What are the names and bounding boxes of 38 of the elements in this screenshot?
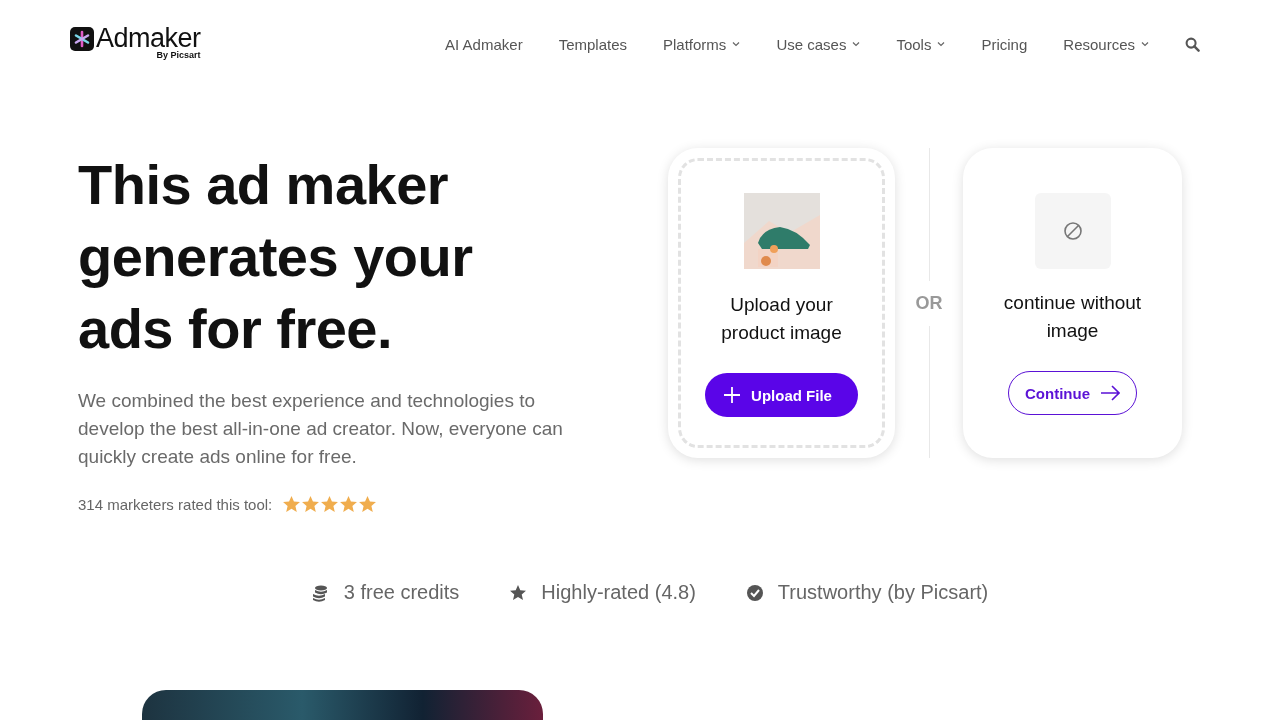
logo-icon [70,27,94,51]
upload-file-button[interactable]: Upload File [705,373,858,417]
feature-label: Highly-rated (4.8) [541,581,696,604]
arrow-right-icon [1100,384,1120,402]
coins-icon [311,583,330,602]
rating-label: 314 marketers rated this tool: [78,495,273,513]
hero-description: We combined the best experience and technologies to develop the best all-in-one ad creator. Now, everyone can quickly create ads online for free. [78,389,564,469]
chevron-down-icon [852,41,861,47]
star-icon [358,495,378,513]
nav-link[interactable]: Platforms [663,35,741,53]
check-circle-icon [745,583,764,602]
search-icon[interactable] [1185,36,1200,52]
chevron-down-icon [732,41,741,47]
star-icon [509,583,528,602]
prohibited-icon [1062,221,1083,241]
card-title: Upload your product image [720,293,843,345]
feature-label: 3 free credits [343,581,460,604]
chevron-down-icon [1141,41,1149,47]
nav-link[interactable]: Resources [1063,35,1149,53]
hero-heading: This ad maker generates your ads for free. [78,152,474,362]
star-icon [282,495,302,513]
logo-byline: By Picsart [156,50,201,60]
nav-link[interactable]: Use cases [776,35,861,53]
nav-link[interactable]: Tools [896,35,946,53]
star-icon [339,495,359,513]
star-icon [301,495,321,513]
feature-label: Trustworthy (by Picsart) [777,581,989,604]
chevron-down-icon [937,41,946,47]
continue-button[interactable]: Continue [1008,371,1137,415]
nav-link[interactable]: Pricing [981,35,1028,53]
nav-link[interactable]: Templates [558,35,627,53]
star-icon [320,495,340,513]
logo-wordmark: Admaker [96,26,201,50]
admaker-logo[interactable]: Admaker By Picsart [70,26,201,60]
card-title: continue without image [1002,291,1143,343]
plus-icon [723,386,742,404]
nav-link[interactable]: AI Admaker [445,35,523,53]
or-label: OR [915,291,943,315]
